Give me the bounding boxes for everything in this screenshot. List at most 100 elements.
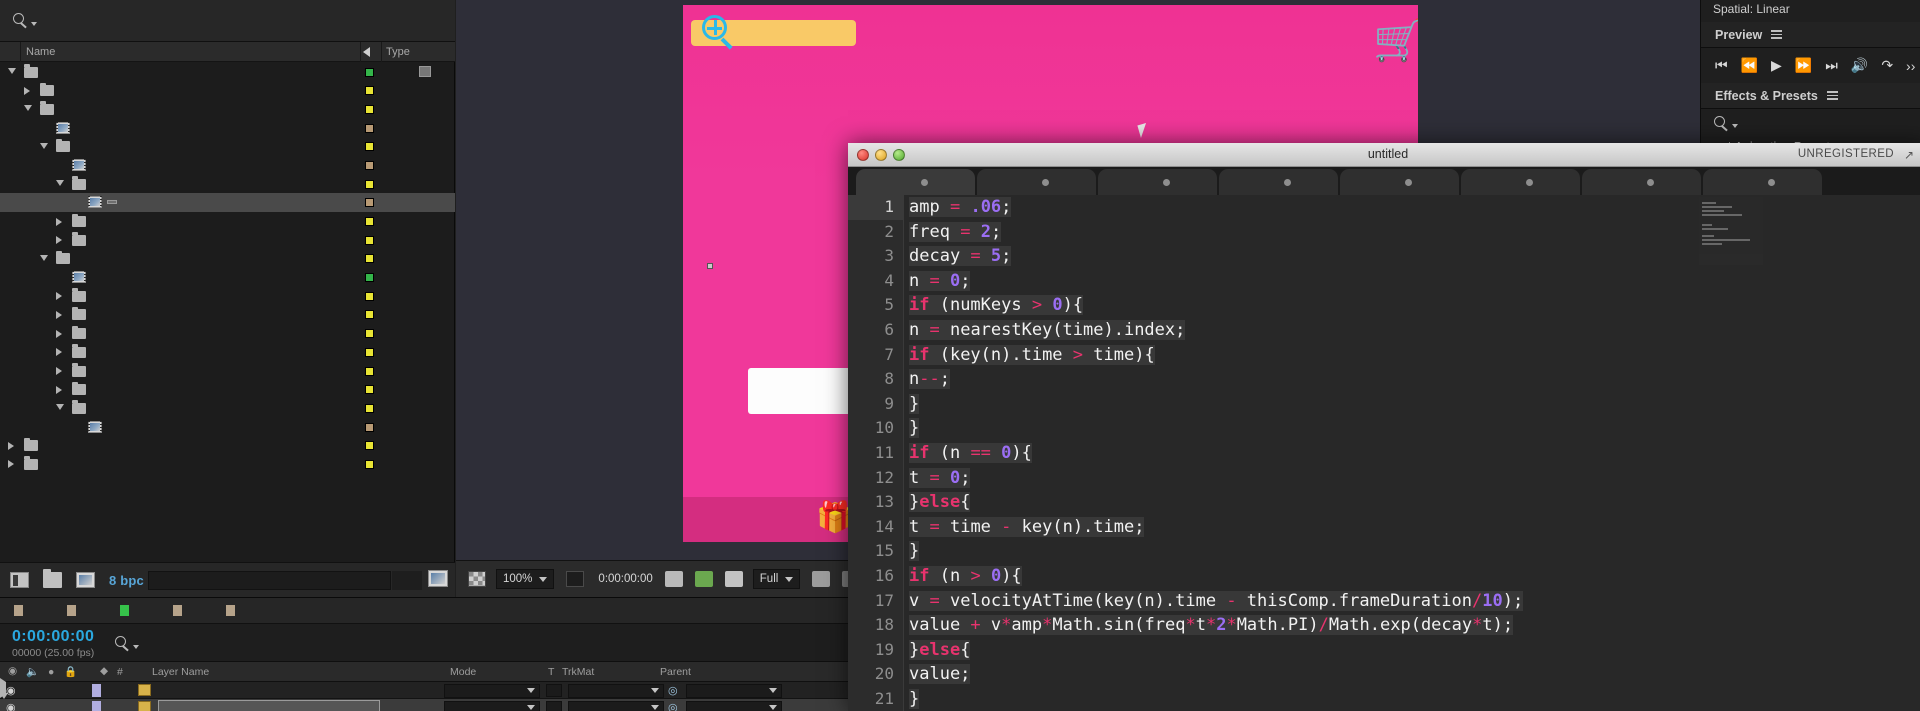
close-tab-icon[interactable]: [1163, 178, 1170, 186]
code-line[interactable]: }: [905, 392, 1920, 417]
project-item-list[interactable]: [0, 62, 455, 562]
blend-mode-select[interactable]: [444, 700, 540, 711]
column-header-trkmat[interactable]: TrkMat: [562, 666, 594, 678]
effects-presets-panel-header[interactable]: Effects & Presets: [1701, 83, 1920, 109]
timeline-current-time[interactable]: 0:00:00:00: [12, 628, 94, 646]
loop-icon[interactable]: ↷: [1881, 57, 1893, 74]
project-item[interactable]: [0, 361, 455, 380]
label-color-swatch[interactable]: [365, 273, 374, 283]
code-line[interactable]: if (numKeys > 0){: [905, 293, 1920, 318]
preview-panel-header[interactable]: Preview: [1701, 22, 1920, 48]
selection-handle[interactable]: [707, 263, 713, 269]
close-tab-icon[interactable]: [1405, 178, 1412, 186]
code-line[interactable]: }: [905, 539, 1920, 564]
code-line[interactable]: n = 0;: [905, 269, 1920, 294]
eye-icon[interactable]: ◉: [8, 665, 17, 677]
video-visibility-icon[interactable]: ◉: [6, 701, 16, 711]
label-color-swatch[interactable]: [365, 347, 374, 357]
close-tab-icon[interactable]: [1768, 178, 1775, 186]
project-item[interactable]: [0, 81, 455, 100]
resolution-select[interactable]: Full: [752, 569, 801, 589]
code-editor-tab[interactable]: [1703, 169, 1822, 195]
project-search-bar[interactable]: [0, 0, 455, 42]
code-line[interactable]: amp = .06;: [905, 195, 1920, 220]
label-color-swatch[interactable]: [365, 179, 374, 189]
code-editor-titlebar[interactable]: untitled UNREGISTERED ↗: [848, 143, 1920, 167]
column-sort-arrow-icon[interactable]: [363, 47, 370, 57]
twirl-open-icon[interactable]: [40, 142, 48, 149]
code-editor-tab[interactable]: [1461, 169, 1580, 195]
label-color-swatch[interactable]: [365, 329, 374, 339]
shy-icon[interactable]: ››: [1906, 58, 1915, 74]
label-icon[interactable]: ◆: [100, 665, 108, 677]
close-tab-icon[interactable]: [921, 178, 928, 186]
column-header-mode[interactable]: Mode: [450, 666, 476, 678]
code-line[interactable]: value;: [905, 662, 1920, 687]
project-item[interactable]: [0, 436, 455, 455]
snapshot-icon[interactable]: [664, 571, 683, 587]
code-editor-tab[interactable]: [1219, 169, 1338, 195]
effects-search-bar[interactable]: [1701, 109, 1920, 137]
preserve-transparency-toggle[interactable]: [546, 701, 562, 711]
solo-icon[interactable]: ●: [48, 666, 54, 678]
label-color-swatch[interactable]: [365, 310, 374, 320]
code-editor-content[interactable]: 1 2 3 4 5 6 7 8 9 10 11 12 13 14 15 16 17 18 19 20 21 amp = …: [848, 195, 1920, 711]
project-item[interactable]: [0, 380, 455, 399]
project-item[interactable]: [0, 342, 455, 361]
project-item[interactable]: [0, 62, 455, 81]
label-color-swatch[interactable]: [365, 198, 374, 208]
layer-color-chip[interactable]: [92, 684, 101, 697]
project-item[interactable]: [0, 417, 455, 436]
twirl-closed-icon[interactable]: [56, 367, 62, 375]
project-item[interactable]: [0, 212, 455, 231]
project-item[interactable]: [0, 155, 455, 174]
toggle-transparency-grid-icon[interactable]: [468, 571, 486, 587]
project-icon[interactable]: [10, 572, 29, 588]
new-folder-icon[interactable]: [43, 569, 62, 588]
expand-icon[interactable]: ↗: [1904, 148, 1918, 162]
project-item[interactable]: [0, 398, 455, 417]
project-item[interactable]: [0, 268, 455, 287]
project-item[interactable]: [0, 192, 455, 212]
twirl-closed-icon[interactable]: [56, 348, 62, 357]
twirl-closed-icon[interactable]: [8, 460, 14, 469]
composition-icon-right[interactable]: [428, 570, 448, 587]
code-editor-tab[interactable]: [977, 169, 1096, 195]
timeline-search[interactable]: [114, 635, 139, 652]
project-item[interactable]: [0, 286, 455, 305]
column-header-type[interactable]: Type: [386, 46, 410, 58]
column-header-parent[interactable]: Parent: [660, 666, 691, 678]
code-line[interactable]: }: [905, 687, 1920, 711]
project-item[interactable]: [0, 230, 455, 249]
label-color-swatch[interactable]: [365, 67, 374, 77]
code-line[interactable]: value + v*amp*Math.sin(freq*t*2*Math.PI)…: [905, 613, 1920, 638]
twirl-closed-icon[interactable]: [56, 236, 62, 245]
column-header-name[interactable]: Name: [26, 46, 55, 58]
track-matte-select[interactable]: [568, 700, 664, 711]
code-editor-tab[interactable]: [856, 169, 975, 195]
code-line[interactable]: decay = 5;: [905, 244, 1920, 269]
project-item[interactable]: [0, 99, 455, 118]
layer-name-field[interactable]: [158, 700, 380, 711]
label-color-swatch[interactable]: [365, 403, 374, 413]
mute-audio-icon[interactable]: 🔊: [1851, 57, 1868, 74]
code-line[interactable]: t = time - key(n).time;: [905, 515, 1920, 540]
track-matte-select[interactable]: [568, 683, 664, 698]
close-tab-icon[interactable]: [1284, 178, 1291, 186]
new-composition-icon[interactable]: [76, 572, 95, 588]
layer-color-chip[interactable]: [92, 701, 101, 711]
code-line[interactable]: n = nearestKey(time).index;: [905, 318, 1920, 343]
timeline-tab[interactable]: [159, 598, 212, 624]
close-tab-icon[interactable]: [1647, 178, 1654, 186]
timeline-tab[interactable]: [0, 598, 53, 624]
code-editor-tabs[interactable]: [848, 167, 1920, 195]
region-of-interest-icon[interactable]: [812, 571, 831, 587]
show-snapshot-icon[interactable]: [694, 571, 713, 587]
code-line[interactable]: }else{: [905, 490, 1920, 515]
label-color-swatch[interactable]: [365, 86, 374, 96]
code-line[interactable]: if (n > 0){: [905, 564, 1920, 589]
twirl-closed-icon[interactable]: [56, 217, 62, 226]
label-color-swatch[interactable]: [365, 123, 374, 133]
code-line[interactable]: }: [905, 416, 1920, 441]
code-line[interactable]: }else{: [905, 638, 1920, 663]
